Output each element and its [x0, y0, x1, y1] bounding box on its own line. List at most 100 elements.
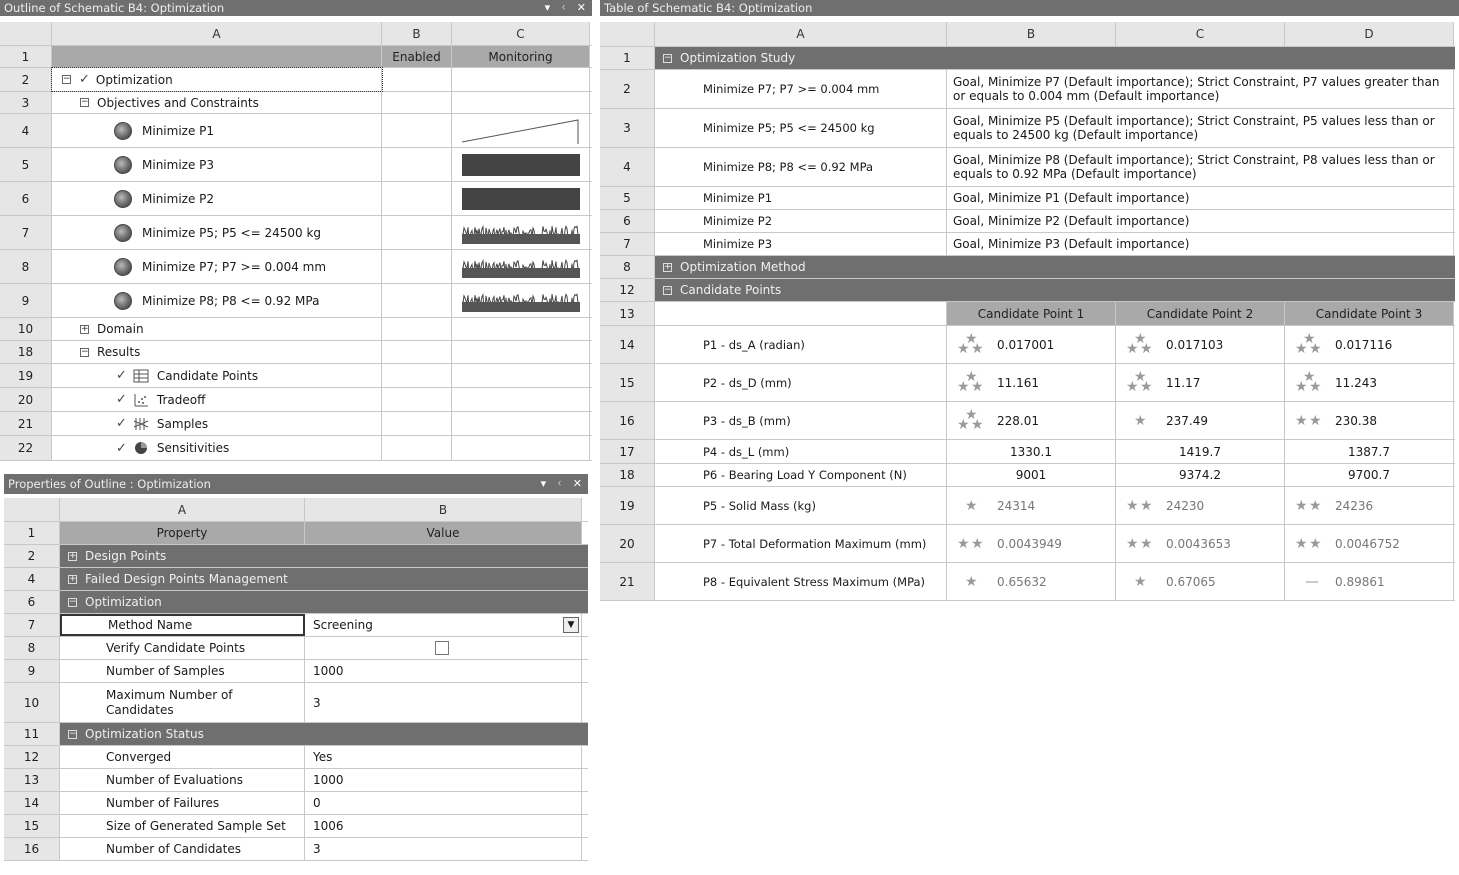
table-row[interactable]: 19 P5 - Solid Mass (kg) ★ 24314 ★ ★ 24230 ★ ★ 242… — [600, 487, 1455, 525]
candidate-value-cell[interactable]: ★ ★ 24230 — [1116, 487, 1285, 524]
outline-cell-b[interactable] — [382, 92, 452, 113]
column-header-b[interactable]: B — [382, 22, 452, 45]
outline-cell-b[interactable] — [382, 412, 452, 435]
outline-cell-b[interactable] — [382, 216, 452, 249]
pin-icon[interactable]: ᚲ — [556, 474, 563, 494]
pin-icon[interactable]: ᚲ — [560, 0, 567, 16]
close-icon[interactable]: ✕ — [577, 0, 586, 16]
table-row[interactable]: 14 P1 - ds_A (radian) ★ ★ ★ 0.017001 ★ ★ ★ 0.0171… — [600, 326, 1455, 364]
table-row[interactable]: 16 P3 - ds_B (mm) ★ ★ ★ 228.01 ★ 237.49 ★ ★ 230.38 — [600, 402, 1455, 440]
verify-candidates-checkbox[interactable] — [435, 641, 449, 655]
outline-cell-b[interactable] — [382, 388, 452, 411]
candidate-value-cell[interactable]: ★ ★ ★ 11.243 — [1285, 364, 1454, 401]
dropdown-icon[interactable]: ▾ — [541, 474, 547, 494]
outline-cell-b[interactable] — [382, 341, 452, 363]
table-section-row[interactable]: 8 + Optimization Method — [600, 256, 1455, 279]
outline-cell-a[interactable]: ✓ Sensitivities — [52, 436, 382, 460]
outline-cell-a[interactable] — [52, 46, 382, 67]
outline-cell-b[interactable] — [382, 284, 452, 317]
outline-row[interactable]: 7 Minimize P5; P5 <= 24500 kg — [0, 216, 592, 250]
outline-cell-a[interactable]: Minimize P3 — [52, 148, 382, 181]
outline-cell-b[interactable] — [382, 182, 452, 215]
expand-icon[interactable]: + — [663, 262, 672, 272]
outline-row[interactable]: 1 Enabled Monitoring — [0, 46, 592, 68]
properties-row[interactable]: 9 Number of Samples 1000 — [4, 660, 588, 683]
properties-section-row[interactable]: 11 − Optimization Status — [4, 723, 588, 746]
candidate-value-cell[interactable]: 1419.7 — [1116, 440, 1285, 463]
table-row[interactable]: 17 P4 - ds_L (mm) 1330.1 1419.7 1387.7 — [600, 440, 1455, 464]
candidate-value-cell[interactable]: ★ ★ 0.0043653 — [1116, 525, 1285, 562]
outline-cell-b[interactable] — [382, 250, 452, 283]
column-header-b[interactable]: B — [947, 22, 1116, 46]
outline-cell-b[interactable] — [382, 68, 452, 91]
properties-row[interactable]: 7 Method Name Screening ▼ — [4, 614, 588, 637]
expand-icon[interactable]: + — [80, 324, 89, 334]
table-row[interactable]: 5 Minimize P1 Goal, Minimize P1 (Default i… — [600, 187, 1455, 210]
outline-cell-a[interactable]: Minimize P2 — [52, 182, 382, 215]
outline-cell-b[interactable]: Enabled — [382, 46, 452, 67]
close-icon[interactable]: ✕ — [573, 474, 582, 494]
candidate-value-cell[interactable]: ★ 24314 — [947, 487, 1116, 524]
table-section-row[interactable]: 1 − Optimization Study — [600, 47, 1455, 70]
collapse-icon[interactable]: − — [68, 597, 77, 607]
candidate-value-cell[interactable]: 1387.7 — [1285, 440, 1454, 463]
outline-row[interactable]: 5 Minimize P3 — [0, 148, 592, 182]
outline-cell-a[interactable]: − Objectives and Constraints — [52, 92, 382, 113]
outline-cell-a[interactable]: Minimize P7; P7 >= 0.004 mm — [52, 250, 382, 283]
table-row[interactable]: 4 Minimize P8; P8 <= 0.92 MPa Goal, Minimi… — [600, 148, 1455, 187]
chevron-down-icon[interactable]: ▼ — [563, 617, 579, 633]
outline-cell-a[interactable]: Minimize P1 — [52, 114, 382, 147]
outline-row[interactable]: 21 ✓ Samples — [0, 412, 592, 436]
candidate-value-cell[interactable]: 1330.1 — [947, 440, 1116, 463]
candidate-header[interactable]: Candidate Point 3 — [1285, 302, 1454, 325]
section-header[interactable]: − Optimization — [60, 591, 582, 613]
outline-cell-b[interactable] — [382, 364, 452, 387]
collapse-icon[interactable]: − — [663, 53, 672, 63]
candidate-value-cell[interactable]: ★ 237.49 — [1116, 402, 1285, 439]
section-header[interactable]: + Optimization Method — [655, 256, 1454, 278]
column-header-b[interactable]: B — [305, 498, 582, 521]
candidate-value-cell[interactable]: ★ ★ ★ 0.017116 — [1285, 326, 1454, 363]
properties-row[interactable]: 15 Size of Generated Sample Set 1006 — [4, 815, 588, 838]
outline-row[interactable]: 2 − ✓ Optimization — [0, 67, 592, 92]
outline-cell-a[interactable]: − Results — [52, 341, 382, 363]
collapse-icon[interactable]: − — [68, 729, 77, 739]
properties-row[interactable]: 16 Number of Candidates 3 — [4, 838, 588, 861]
expand-icon[interactable]: + — [68, 574, 77, 584]
column-header-c[interactable]: C — [452, 22, 590, 45]
properties-row[interactable]: 14 Number of Failures 0 — [4, 792, 588, 815]
properties-row[interactable]: 12 Converged Yes — [4, 746, 588, 769]
outline-cell-a[interactable]: + Domain — [52, 318, 382, 340]
outline-cell-a[interactable]: ✓ Tradeoff — [52, 388, 382, 411]
candidate-header[interactable]: Candidate Point 1 — [947, 302, 1116, 325]
outline-row[interactable]: 19 ✓ Candidate Points — [0, 364, 592, 388]
table-row[interactable]: 6 Minimize P2 Goal, Minimize P2 (Default i… — [600, 210, 1455, 233]
outline-cell-b[interactable] — [382, 318, 452, 340]
section-header[interactable]: − Candidate Points — [655, 279, 1454, 301]
candidate-value-cell[interactable]: ★ ★ ★ 0.017001 — [947, 326, 1116, 363]
collapse-icon[interactable]: − — [80, 347, 89, 357]
section-header[interactable]: − Optimization Study — [655, 47, 1454, 69]
column-header-a[interactable]: A — [655, 22, 947, 46]
outline-row[interactable]: 8 Minimize P7; P7 >= 0.004 mm — [0, 250, 592, 284]
table-row[interactable]: 7 Minimize P3 Goal, Minimize P3 (Default i… — [600, 233, 1455, 256]
outline-cell-b[interactable] — [382, 436, 452, 460]
table-row[interactable]: 15 P2 - ds_D (mm) ★ ★ ★ 11.161 ★ ★ ★ 11.17 ★ ★ ★ 11.2… — [600, 364, 1455, 402]
expand-icon[interactable]: + — [68, 551, 77, 561]
properties-row[interactable]: 13 Number of Evaluations 1000 — [4, 769, 588, 792]
candidate-value-cell[interactable]: — 0.89861 — [1285, 563, 1454, 600]
outline-cell-a[interactable]: ✓ Candidate Points — [52, 364, 382, 387]
table-row[interactable]: 18 P6 - Bearing Load Y Component (N) 9001 9… — [600, 464, 1455, 487]
candidate-value-cell[interactable]: ★ ★ ★ 0.017103 — [1116, 326, 1285, 363]
collapse-icon[interactable]: − — [80, 98, 89, 107]
outline-row[interactable]: 18 − Results — [0, 341, 592, 364]
candidate-value-cell[interactable]: ★ ★ ★ 11.161 — [947, 364, 1116, 401]
outline-row[interactable]: 6 Minimize P2 — [0, 182, 592, 216]
outline-cell-a[interactable]: − ✓ Optimization — [51, 67, 383, 92]
candidate-value-cell[interactable]: ★ 0.65632 — [947, 563, 1116, 600]
table-row[interactable]: 20 P7 - Total Deformation Maximum (mm) ★ ★ 0… — [600, 525, 1455, 563]
table-section-row[interactable]: 12 − Candidate Points — [600, 279, 1455, 302]
section-header[interactable]: + Design Points — [60, 545, 582, 567]
column-header-c[interactable]: C — [1116, 22, 1285, 46]
outline-row[interactable]: 9 Minimize P8; P8 <= 0.92 MPa — [0, 284, 592, 318]
